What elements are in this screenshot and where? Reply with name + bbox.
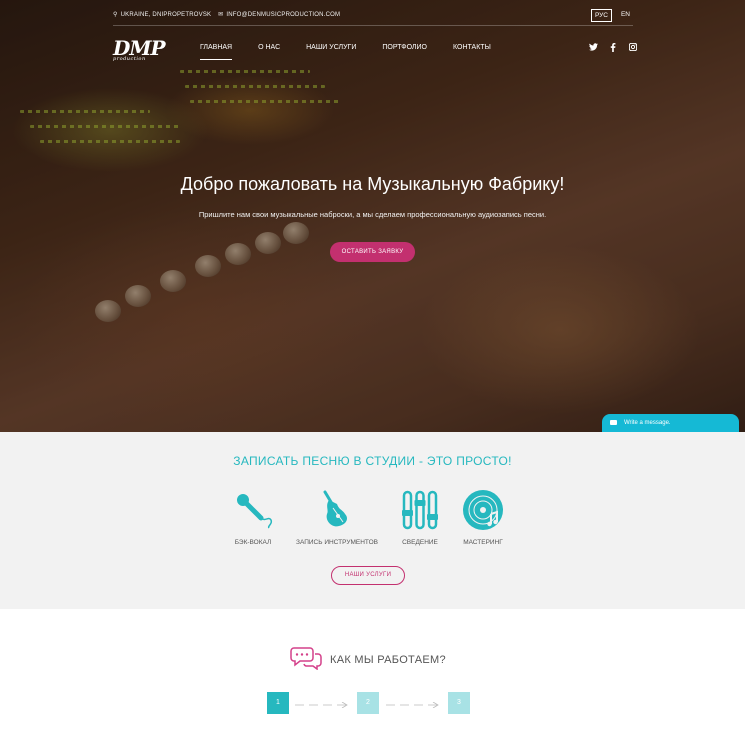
- speech-bubbles-icon: [290, 647, 322, 670]
- nav-item-portfolio[interactable]: ПОРТФОЛИО: [382, 44, 427, 60]
- mail-icon: ✉: [218, 12, 224, 18]
- contact-info: ⚲ UKRAINE, DNIPROPETROVSK ✉ INFO@DENMUSICP…: [113, 11, 343, 18]
- nav-item-services[interactable]: НАШИ УСЛУГИ: [306, 44, 356, 60]
- service-label: МАСТЕРИНГ: [463, 539, 503, 546]
- main-nav: ГЛАВНАЯ О НАС НАШИ УСЛУГИ ПОРТФОЛИО КОНТ…: [200, 44, 517, 60]
- step-3[interactable]: 3: [448, 692, 470, 714]
- email-link[interactable]: INFO@DENMUSICPRODUCTION.COM: [226, 12, 340, 18]
- hero-section: ⚲ UKRAINE, DNIPROPETROVSK ✉ INFO@DENMUSICP…: [0, 0, 745, 432]
- service-mastering[interactable]: МАСТЕРИНГ: [433, 488, 533, 546]
- services-section: ЗАПИСАТЬ ПЕСНЮ В СТУДИИ - ЭТО ПРОСТО! БЭ…: [0, 432, 745, 609]
- step-1[interactable]: 1: [267, 692, 289, 714]
- nav-item-contacts[interactable]: КОНТАКТЫ: [453, 44, 491, 60]
- arrow-right-icon: [295, 702, 348, 708]
- lang-en[interactable]: EN: [618, 9, 633, 22]
- hero-title: Добро пожаловать на Музыкальную Фабрику!: [180, 174, 565, 194]
- step-2[interactable]: 2: [357, 692, 379, 714]
- nav-item-home[interactable]: ГЛАВНАЯ: [200, 44, 233, 60]
- leave-request-button[interactable]: ОСТАВИТЬ ЗАЯВКУ: [330, 242, 415, 262]
- chat-widget[interactable]: Write a message.: [602, 414, 739, 432]
- lang-ru[interactable]: РУС: [590, 9, 612, 22]
- chat-label: Write a message.: [624, 420, 671, 426]
- vinyl-record-icon: [463, 490, 503, 530]
- instagram-icon[interactable]: [628, 42, 638, 53]
- logo[interactable]: DMP production: [113, 36, 166, 62]
- arrow-right-icon: [386, 702, 439, 708]
- divider: [113, 25, 633, 26]
- services-title: ЗАПИСАТЬ ПЕСНЮ В СТУДИИ - ЭТО ПРОСТО!: [233, 454, 512, 468]
- how-we-work-section: КАК МЫ РАБОТАЕМ? 1 2 3: [0, 609, 745, 745]
- chat-envelope-icon: [610, 420, 617, 425]
- microphone-icon: [237, 494, 273, 529]
- facebook-icon[interactable]: [608, 43, 618, 53]
- hero-subtitle: Пришлите нам свои музыкальные наброски, …: [198, 210, 547, 219]
- topbar: ⚲ UKRAINE, DNIPROPETROVSK ✉ INFO@DENMUSICP…: [113, 9, 633, 25]
- how-we-work-title: КАК МЫ РАБОТАЕМ?: [330, 654, 446, 666]
- social-links: [588, 42, 638, 53]
- nav-item-about[interactable]: О НАС: [258, 44, 280, 60]
- language-switcher: РУС EN: [590, 9, 633, 22]
- location-text: UKRAINE, DNIPROPETROVSK: [120, 12, 212, 18]
- guitar-icon: [323, 490, 347, 527]
- location-pin-icon: ⚲: [113, 12, 118, 18]
- twitter-icon[interactable]: [588, 43, 598, 53]
- our-services-button[interactable]: НАШИ УСЛУГИ: [331, 566, 405, 585]
